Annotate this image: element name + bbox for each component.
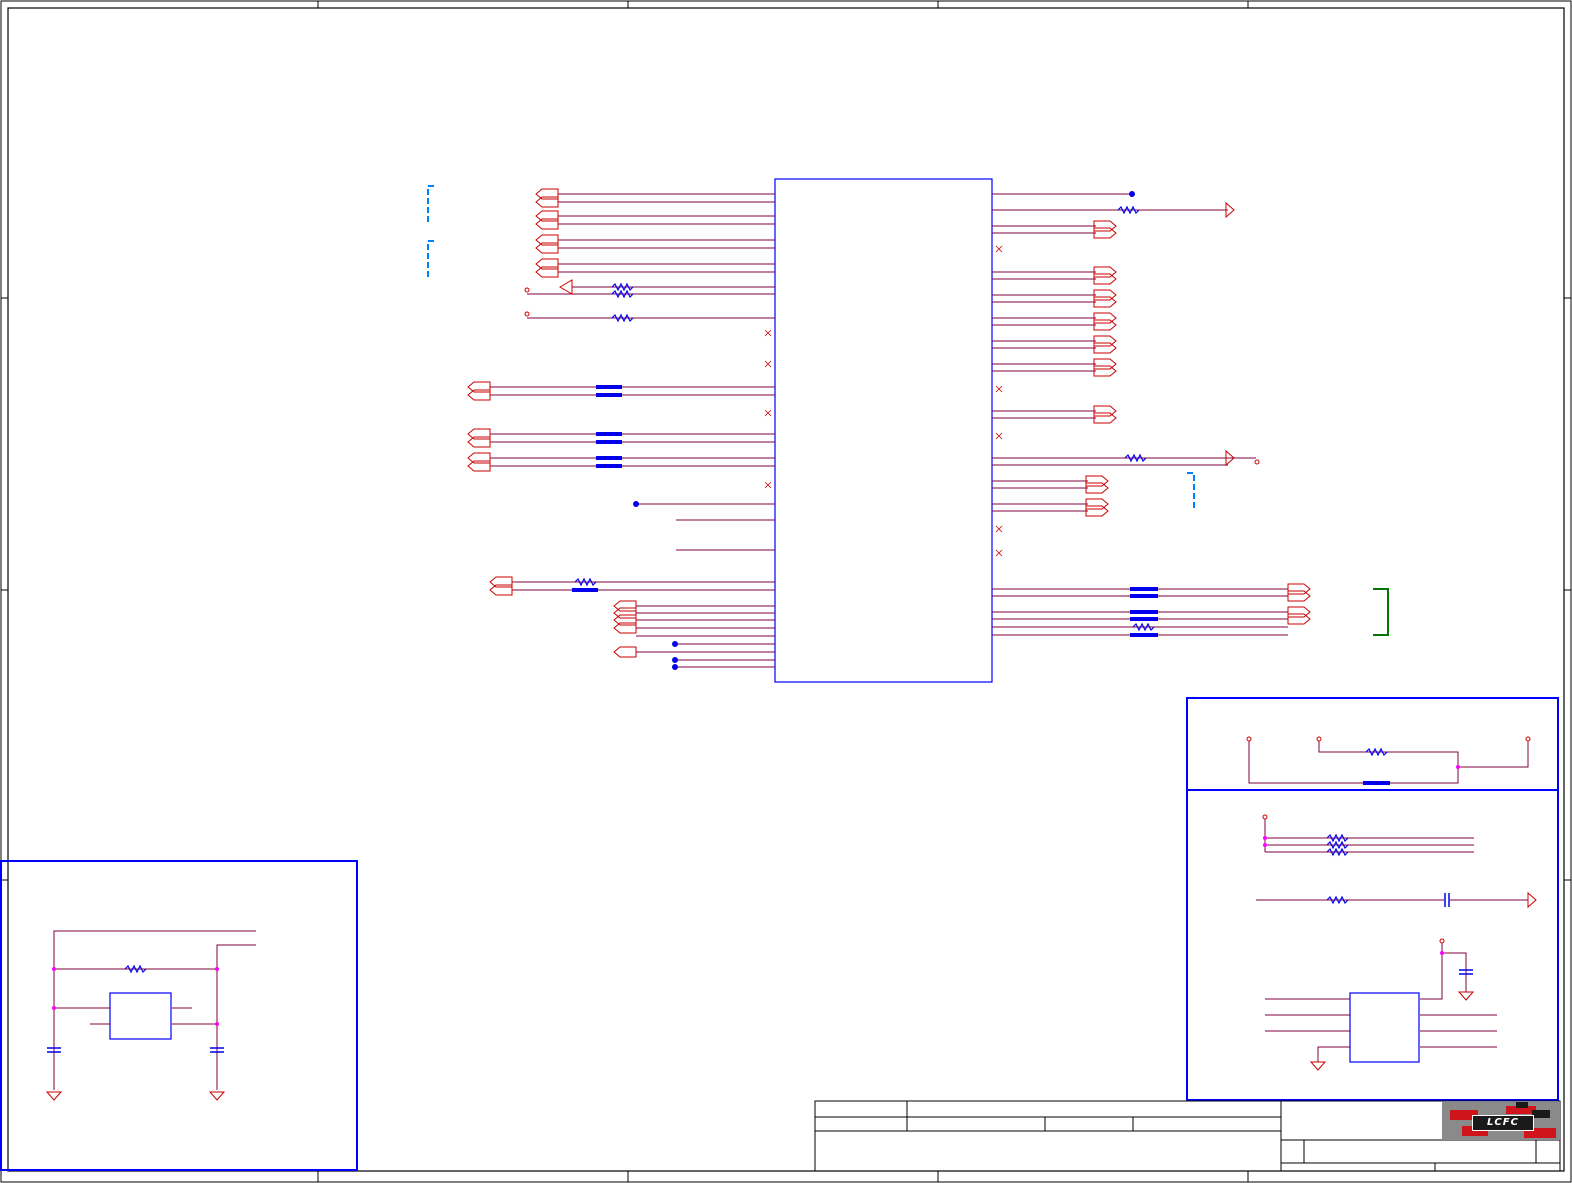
ground-symbol [1310,1061,1326,1071]
crystal-package [109,992,172,1040]
output-arrow [1527,891,1537,909]
schematic-sheet [0,0,1572,1183]
subcircuit-ic [1349,992,1420,1063]
right-signal-group [992,193,1288,636]
pin-terminal [1439,938,1445,944]
no-connect-marks [764,245,1003,557]
left-signal-group [490,193,775,668]
right-resistors [1117,206,1155,631]
pin-terminal [1254,459,1260,465]
junction-dots [52,765,1460,1026]
ground-symbol [209,1091,225,1101]
right-junction [1129,191,1135,197]
pin-terminal [1262,814,1268,820]
left-subcircuit-wiring [53,930,256,1090]
subcircuit-frame-top [1186,697,1559,791]
left-ports [467,188,637,658]
subcircuit-top-terminals [1246,736,1531,742]
left-bus-bars [572,385,622,592]
ground-symbol [46,1091,62,1101]
logo-text: LCFC [1472,1115,1534,1131]
capacitor [1444,893,1473,975]
subcircuit-top-wiring [1248,741,1529,784]
subcircuit-frame-bottom [1186,789,1559,1101]
pin-terminal [524,311,530,317]
gnd-arrow [559,279,573,295]
pin-terminal [524,287,530,293]
left-subcircuit-caps [47,1047,224,1053]
subcircuit-bottom-wiring [1256,819,1528,1062]
lcfc-logo: LCFC [1442,1102,1560,1140]
right-ports [1085,220,1311,625]
left-junctions [633,501,678,670]
ground-symbol [1458,991,1474,1001]
sheet-border [0,0,1572,1183]
main-ic-block [774,178,993,683]
green-bracket [1373,588,1389,636]
